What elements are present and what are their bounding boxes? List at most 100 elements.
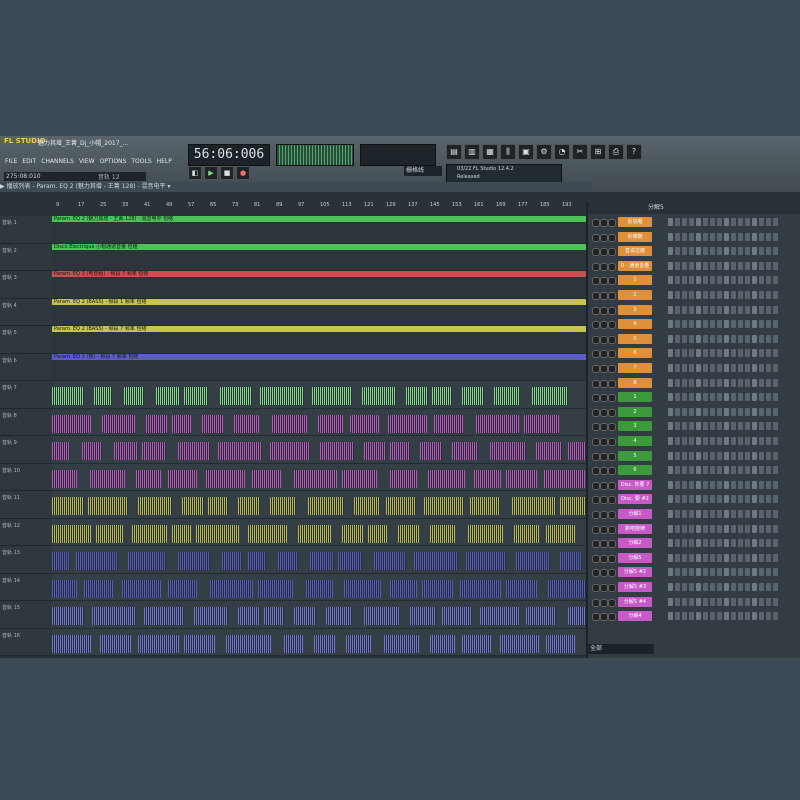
step-button[interactable] <box>759 320 764 329</box>
step-button[interactable] <box>682 247 687 256</box>
channel-row[interactable]: 反律鼓 <box>588 231 800 244</box>
step-button[interactable] <box>710 407 715 416</box>
channel-led-icon[interactable] <box>608 379 616 388</box>
channel-led-icon[interactable] <box>592 335 600 344</box>
step-button[interactable] <box>675 524 680 533</box>
track-lane[interactable] <box>52 546 586 574</box>
step-button[interactable] <box>731 539 736 548</box>
step-button[interactable] <box>710 510 715 518</box>
channel-row[interactable]: 4 <box>588 318 800 331</box>
step-button[interactable] <box>717 597 722 606</box>
channel-button[interactable]: 2 <box>618 290 652 300</box>
channel-led-icon[interactable] <box>608 525 616 534</box>
step-button[interactable] <box>738 583 743 591</box>
channel-led-icon[interactable] <box>592 408 600 417</box>
step-button[interactable] <box>710 349 715 358</box>
step-button[interactable] <box>731 320 736 329</box>
channel-led-icon[interactable] <box>592 365 600 373</box>
pattern-clip[interactable] <box>406 387 428 405</box>
plugin-icon[interactable]: ⚙ <box>536 144 552 160</box>
step-button[interactable] <box>731 583 736 591</box>
pattern-clip[interactable] <box>194 607 228 625</box>
pattern-clip[interactable] <box>184 387 208 405</box>
pattern-clip[interactable] <box>338 552 362 570</box>
step-button[interactable] <box>682 524 687 533</box>
step-button[interactable] <box>682 422 687 431</box>
step-button[interactable] <box>682 232 687 241</box>
step-button[interactable] <box>710 261 715 270</box>
step-button[interactable] <box>682 349 687 358</box>
channel-row[interactable]: Disc. 要 #2 <box>588 493 800 506</box>
step-button[interactable] <box>668 407 673 416</box>
step-button[interactable] <box>717 583 722 591</box>
pattern-clip[interactable] <box>52 414 91 433</box>
pattern-clip[interactable] <box>284 634 303 653</box>
step-button[interactable] <box>675 612 680 621</box>
step-button[interactable] <box>703 597 708 606</box>
step-button[interactable] <box>689 218 694 226</box>
step-button[interactable] <box>696 305 701 314</box>
step-button[interactable] <box>738 524 743 533</box>
step-button[interactable] <box>710 334 715 343</box>
channel-led-icon[interactable] <box>608 598 616 607</box>
step-button[interactable] <box>759 305 764 314</box>
pattern-clip[interactable] <box>94 387 112 405</box>
channel-led-icon[interactable] <box>608 569 616 578</box>
step-button[interactable] <box>766 466 771 475</box>
step-button[interactable] <box>766 393 771 402</box>
pattern-clip[interactable] <box>480 607 520 625</box>
step-button[interactable] <box>682 539 687 548</box>
step-button[interactable] <box>766 305 771 314</box>
step-button[interactable] <box>745 218 750 226</box>
step-button[interactable] <box>682 378 687 387</box>
pattern-clip[interactable] <box>398 524 419 543</box>
channel-row[interactable]: 分解4 <box>588 610 800 623</box>
step-button[interactable] <box>689 378 694 387</box>
step-button[interactable] <box>773 364 778 372</box>
step-button[interactable] <box>724 276 729 285</box>
channel-row[interactable]: 0 - 通道音量 <box>588 260 800 273</box>
step-button[interactable] <box>724 524 729 533</box>
pattern-clip[interactable] <box>220 387 252 405</box>
step-button[interactable] <box>752 247 757 256</box>
step-button[interactable] <box>766 218 771 226</box>
step-button[interactable] <box>710 276 715 285</box>
step-button[interactable] <box>717 539 722 548</box>
pattern-clip[interactable] <box>52 524 91 543</box>
pattern-clip[interactable] <box>138 497 172 515</box>
step-button[interactable] <box>752 291 757 299</box>
pattern-clip[interactable] <box>462 634 491 653</box>
pattern-clip[interactable] <box>410 607 436 625</box>
step-button[interactable] <box>696 510 701 518</box>
pattern-clip[interactable] <box>318 414 343 433</box>
menu-channels[interactable]: CHANNELS <box>40 158 75 168</box>
step-button[interactable] <box>766 480 771 489</box>
step-button[interactable] <box>717 291 722 299</box>
channel-button[interactable]: 6 <box>618 465 652 476</box>
step-button[interactable] <box>696 334 701 343</box>
track-header[interactable]: 音轨 12 <box>0 518 52 546</box>
step-button[interactable] <box>717 495 722 504</box>
channel-button[interactable]: Disc. 你要 7 <box>618 479 652 490</box>
step-button[interactable] <box>710 291 715 299</box>
step-button[interactable] <box>759 407 764 416</box>
channel-led-icon[interactable] <box>608 394 616 403</box>
pattern-clip[interactable] <box>424 497 464 515</box>
pattern-clip[interactable] <box>362 387 396 405</box>
pattern-clip[interactable] <box>342 524 363 543</box>
channel-led-icon[interactable] <box>592 496 600 505</box>
step-button[interactable] <box>738 349 743 358</box>
step-button[interactable] <box>731 334 736 343</box>
track-lane[interactable]: Disco Electrique 小帽通道音量 包络 <box>52 243 586 271</box>
step-button[interactable] <box>745 539 750 548</box>
step-button[interactable] <box>745 364 750 372</box>
step-button[interactable] <box>738 305 743 314</box>
pattern-clip[interactable] <box>512 497 556 515</box>
step-button[interactable] <box>745 261 750 270</box>
channel-row[interactable]: 6 <box>588 347 800 360</box>
channel-led-icon[interactable] <box>600 481 608 490</box>
step-button[interactable] <box>689 480 694 489</box>
channel-led-icon[interactable] <box>592 481 600 490</box>
step-button[interactable] <box>710 232 715 241</box>
step-button[interactable] <box>696 451 701 460</box>
